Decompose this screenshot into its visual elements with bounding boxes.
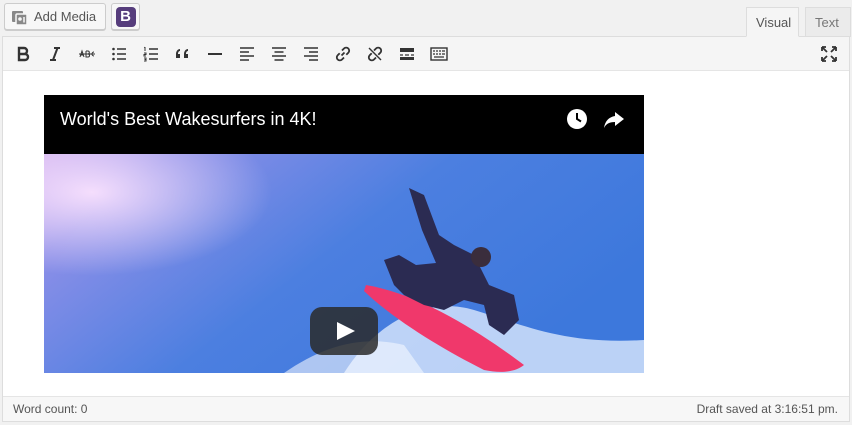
blockquote-button[interactable] xyxy=(169,40,197,68)
italic-icon xyxy=(50,47,60,61)
draft-saved-status: Draft saved at 3:16:51 pm. xyxy=(696,402,838,416)
status-bar: Word count: 0 Draft saved at 3:16:51 pm. xyxy=(3,396,849,421)
align-right-icon xyxy=(304,47,318,61)
read-more-button[interactable] xyxy=(393,40,421,68)
bootstrap-logo-icon: B xyxy=(115,6,136,27)
watch-later-icon[interactable] xyxy=(565,107,589,131)
share-icon[interactable] xyxy=(601,107,627,131)
media-icon xyxy=(12,10,28,26)
bold-button[interactable] xyxy=(9,40,37,68)
toolbar-toggle-icon xyxy=(430,47,448,61)
word-count: Word count: 0 xyxy=(13,402,88,416)
numbered-list-icon xyxy=(143,46,158,62)
fullscreen-icon xyxy=(821,46,837,62)
remove-link-button[interactable] xyxy=(361,40,389,68)
editor-toolbar xyxy=(3,37,849,71)
align-center-button[interactable] xyxy=(265,40,293,68)
bootstrap-button[interactable]: B xyxy=(111,3,140,30)
bulleted-list-button[interactable] xyxy=(105,40,133,68)
fullscreen-button[interactable] xyxy=(815,40,843,68)
numbered-list-button[interactable] xyxy=(137,40,165,68)
blockquote-icon xyxy=(176,49,188,58)
video-title[interactable]: World's Best Wakesurfers in 4K! xyxy=(60,107,317,131)
italic-button[interactable] xyxy=(41,40,69,68)
strikethrough-icon xyxy=(79,49,95,58)
tab-text[interactable]: Text xyxy=(805,7,851,37)
horizontal-line-icon xyxy=(208,53,222,55)
remove-link-icon xyxy=(367,46,383,62)
editor-content[interactable]: World's Best Wakesurfers in 4K! xyxy=(3,72,849,396)
read-more-icon xyxy=(400,48,414,60)
bulleted-list-icon xyxy=(112,47,126,61)
insert-link-icon xyxy=(335,46,351,62)
add-media-button[interactable]: Add Media xyxy=(4,3,106,30)
bold-icon xyxy=(17,46,30,62)
play-button[interactable] xyxy=(310,307,378,355)
tab-visual[interactable]: Visual xyxy=(746,7,799,37)
align-left-icon xyxy=(240,47,254,61)
insert-link-button[interactable] xyxy=(329,40,357,68)
add-media-label: Add Media xyxy=(34,9,97,24)
align-right-button[interactable] xyxy=(297,40,325,68)
media-bar: Add Media B Visual Text xyxy=(0,0,852,37)
toolbar-toggle-button[interactable] xyxy=(425,40,453,68)
align-center-icon xyxy=(272,47,286,61)
video-embed[interactable]: World's Best Wakesurfers in 4K! xyxy=(44,95,644,373)
editor-frame: World's Best Wakesurfers in 4K! Word cou… xyxy=(2,36,850,422)
strikethrough-button[interactable] xyxy=(73,40,101,68)
align-left-button[interactable] xyxy=(233,40,261,68)
horizontal-line-button[interactable] xyxy=(201,40,229,68)
video-header: World's Best Wakesurfers in 4K! xyxy=(44,95,644,154)
